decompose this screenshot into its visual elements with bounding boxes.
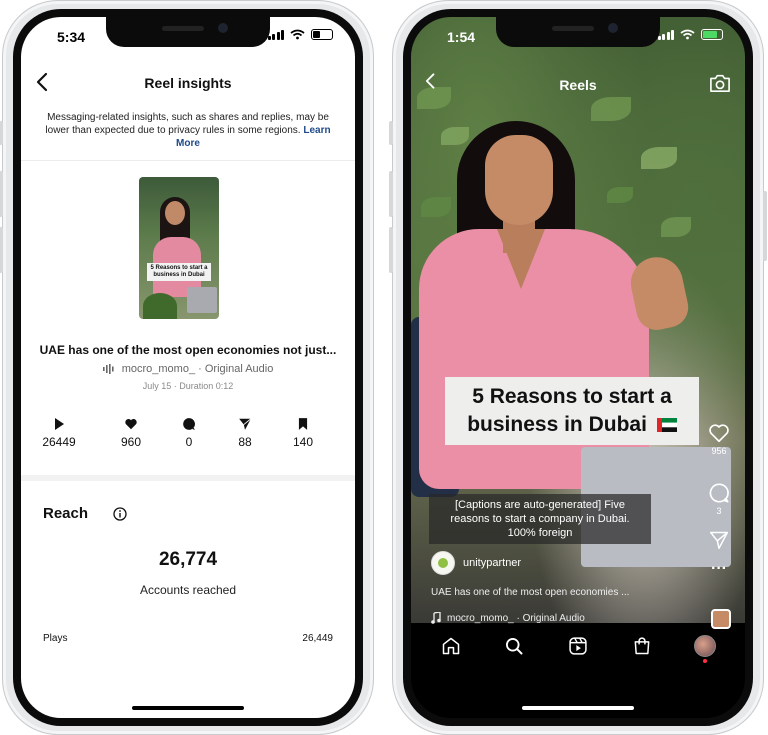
audio-text: mocro_momo_ · Original Audio	[121, 363, 274, 375]
status-time: 1:54	[447, 29, 476, 45]
profile-avatar	[694, 635, 717, 657]
volume-down-button	[389, 227, 393, 273]
plays-value: 26,449	[302, 633, 333, 644]
author-row[interactable]: unitypartner	[431, 551, 521, 575]
audio-thumbnail[interactable]	[711, 609, 731, 629]
reel-caption[interactable]: UAE has one of the most open economies .…	[431, 587, 671, 598]
auto-caption: [Captions are auto-generated] Five reaso…	[429, 494, 651, 544]
stat-shares: 88	[215, 417, 275, 449]
battery-icon	[311, 29, 333, 40]
bottom-nav	[411, 623, 745, 669]
home-indicator[interactable]	[522, 706, 634, 710]
insights-header: Reel insights	[21, 63, 355, 103]
search-icon	[506, 638, 523, 655]
info-icon[interactable]	[113, 507, 127, 521]
author-avatar[interactable]	[431, 551, 455, 575]
notch	[106, 17, 270, 47]
home-indicator[interactable]	[132, 706, 244, 710]
reels-screen: 5 Reasons to start a business in Dubai 1…	[411, 17, 745, 718]
author-username[interactable]: unitypartner	[463, 557, 521, 569]
stats-row: 26449 960 0 88 140	[21, 417, 355, 457]
power-button	[763, 191, 767, 261]
audio-text: mocro_momo_ · Original Audio	[447, 612, 585, 624]
stat-saves: 140	[273, 417, 333, 449]
stat-likes: 960	[101, 417, 161, 449]
like-button[interactable]: 956	[701, 422, 737, 470]
notification-dot	[703, 659, 708, 663]
accounts-reached-value: 26,774	[158, 549, 218, 570]
stat-value: 26449	[42, 435, 76, 449]
page-title: Reels	[559, 77, 597, 93]
video-title-line2: business in Dubai	[467, 413, 647, 436]
reel-actions: 956 3 ···	[701, 422, 737, 586]
reel-thumbnail[interactable]: 5 Reasons to start a business in Dubai	[139, 177, 219, 319]
status-time: 5:34	[57, 29, 86, 45]
camera-icon[interactable]	[709, 73, 731, 93]
heart-icon	[125, 419, 137, 430]
video-title-line1: 5 Reasons to start a	[472, 385, 672, 408]
insights-screen: 5:34 Reel insights Messaging-related ins…	[21, 17, 355, 718]
battery-charging-icon	[701, 29, 723, 40]
reels-header: Reels	[411, 63, 745, 103]
nav-profile[interactable]	[690, 631, 720, 663]
stat-value: 140	[292, 435, 314, 449]
wifi-icon	[290, 29, 305, 40]
nav-shop[interactable]	[627, 631, 657, 661]
like-count: 956	[711, 446, 727, 456]
mute-switch	[389, 121, 393, 145]
status-icons	[267, 29, 333, 40]
phone-insights: 5:34 Reel insights Messaging-related ins…	[0, 0, 374, 735]
comment-icon	[183, 418, 195, 430]
comment-outline-icon	[709, 483, 729, 503]
privacy-notice: Messaging-related insights, such as shar…	[41, 111, 335, 150]
notice-text: Messaging-related insights, such as shar…	[45, 112, 329, 136]
shop-icon	[634, 637, 649, 655]
comment-count: 3	[716, 506, 722, 516]
stat-comments: 0	[159, 417, 219, 449]
status-icons	[657, 29, 723, 40]
accounts-reached-label: Accounts reached	[139, 583, 237, 597]
reach-heading: Reach	[43, 505, 89, 522]
comment-button[interactable]: 3	[701, 482, 737, 530]
volume-up-button	[389, 171, 393, 217]
audio-wave-icon	[102, 364, 114, 375]
share-button[interactable]	[701, 530, 737, 562]
signal-icon	[267, 29, 284, 40]
nav-reels[interactable]	[563, 631, 593, 661]
audio-line: mocro_momo_ · Original Audio	[21, 363, 355, 375]
divider	[21, 160, 355, 161]
page-title: Reel insights	[144, 75, 232, 91]
stat-value: 88	[238, 435, 252, 449]
share-icon	[239, 418, 252, 430]
notch	[496, 17, 660, 47]
phone-reels: 5 Reasons to start a business in Dubai 1…	[389, 0, 767, 735]
heart-outline-icon	[709, 424, 729, 443]
mute-switch	[0, 121, 3, 145]
send-icon	[709, 531, 729, 550]
signal-icon	[657, 29, 674, 40]
uae-flag-icon	[656, 418, 677, 433]
music-note-icon	[431, 612, 441, 624]
reel-meta: July 15 · Duration 0:12	[142, 381, 234, 391]
more-options-icon[interactable]: ···	[701, 561, 737, 586]
section-divider	[21, 475, 355, 481]
video-title-card: 5 Reasons to start a business in Dubai	[445, 377, 699, 445]
plays-label: Plays	[43, 633, 68, 644]
nav-search[interactable]	[499, 631, 529, 661]
play-icon	[55, 418, 64, 430]
volume-down-button	[0, 227, 3, 273]
stat-value: 960	[120, 435, 142, 449]
nav-home[interactable]	[436, 631, 466, 661]
video-title-line2-row: business in Dubai	[449, 411, 695, 439]
wifi-icon	[680, 29, 695, 40]
reels-icon	[569, 637, 587, 655]
home-icon	[442, 637, 460, 655]
bookmark-icon	[298, 418, 308, 430]
audio-row[interactable]: mocro_momo_ · Original Audio	[431, 612, 585, 624]
volume-up-button	[0, 171, 3, 217]
stat-value: 0	[185, 435, 193, 449]
reel-caption: UAE has one of the most open economies n…	[39, 343, 337, 357]
thumbnail-caption: 5 Reasons to start a business in Dubai	[147, 263, 211, 281]
stat-plays: 26449	[29, 417, 89, 449]
